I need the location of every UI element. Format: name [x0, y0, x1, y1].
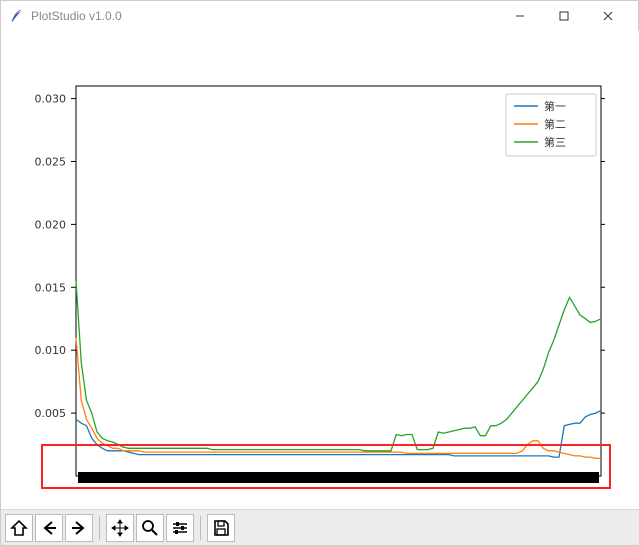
window-titlebar: PlotStudio v1.0.0: [1, 1, 638, 31]
legend-label: 第一: [544, 99, 566, 113]
zoom-button[interactable]: [136, 514, 164, 542]
arrow-left-icon: [40, 519, 58, 537]
ytick-label: 0.015: [35, 281, 67, 294]
subplots-button[interactable]: [166, 514, 194, 542]
window-minimize-button[interactable]: [498, 1, 542, 31]
save-icon: [212, 519, 230, 537]
legend-label: 第二: [544, 117, 566, 131]
chart-svg: 0.005 0.010 0.015 0.020 0.025 0.030 第一第二第三: [1, 31, 639, 509]
series-line: [76, 338, 601, 459]
series-line: [76, 281, 601, 451]
pan-button[interactable]: [106, 514, 134, 542]
ytick-label: 0.005: [35, 407, 67, 420]
home-button[interactable]: [5, 514, 33, 542]
nav-toolbar: [1, 509, 639, 545]
save-button[interactable]: [207, 514, 235, 542]
toolbar-separator: [99, 516, 100, 540]
sliders-icon: [171, 519, 189, 537]
legend-label: 第三: [544, 135, 566, 149]
ytick-label: 0.030: [35, 93, 67, 106]
xtick-overlap-band: [78, 472, 599, 483]
toolbar-separator: [200, 516, 201, 540]
home-icon: [10, 519, 28, 537]
arrow-right-icon: [70, 519, 88, 537]
move-icon: [111, 519, 129, 537]
window-title: PlotStudio v1.0.0: [31, 9, 498, 23]
app-feather-icon: [9, 8, 25, 24]
forward-button[interactable]: [65, 514, 93, 542]
ytick-label: 0.025: [35, 155, 67, 168]
zoom-icon: [141, 519, 159, 537]
back-button[interactable]: [35, 514, 63, 542]
window-maximize-button[interactable]: [542, 1, 586, 31]
ytick-label: 0.010: [35, 344, 67, 357]
window-close-button[interactable]: [586, 1, 630, 31]
ytick-label: 0.020: [35, 218, 67, 231]
figure-canvas[interactable]: 0.005 0.010 0.015 0.020 0.025 0.030 第一第二第三: [1, 31, 639, 509]
